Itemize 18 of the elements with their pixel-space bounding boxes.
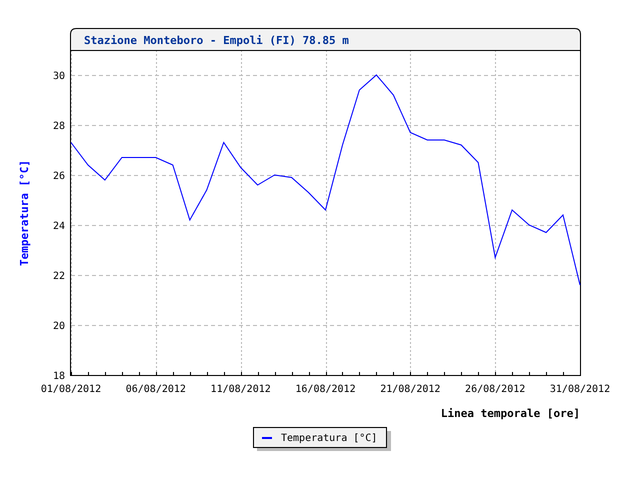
chart-title: Stazione Monteboro - Empoli (FI) 78.85 m: [84, 34, 349, 47]
y-tick-label: 22: [52, 271, 65, 282]
x-tick-label: 11/08/2012: [210, 384, 271, 395]
y-tick-label: 18: [52, 371, 65, 382]
x-tick-label: 01/08/2012: [40, 384, 102, 395]
x-tick-label: 16/08/2012: [295, 384, 356, 395]
legend-label: Temperatura [°C]: [281, 433, 378, 444]
y-tick-label: 20: [52, 321, 65, 332]
y-tick-label: 26: [52, 171, 65, 182]
y-tick-label: 28: [52, 121, 65, 132]
y-tick-label: 30: [52, 71, 65, 82]
x-tick-label: 26/08/2012: [465, 384, 526, 395]
x-tick-label: 06/08/2012: [126, 384, 186, 395]
y-tick-label: 24: [52, 221, 65, 232]
x-tick-label: 21/08/2012: [380, 384, 440, 395]
x-axis-title: Linea temporale [ore]: [440, 407, 580, 420]
y-axis-title: Temperatura [°C]: [18, 160, 31, 266]
x-tick-label: 31/08/2012: [550, 384, 610, 395]
